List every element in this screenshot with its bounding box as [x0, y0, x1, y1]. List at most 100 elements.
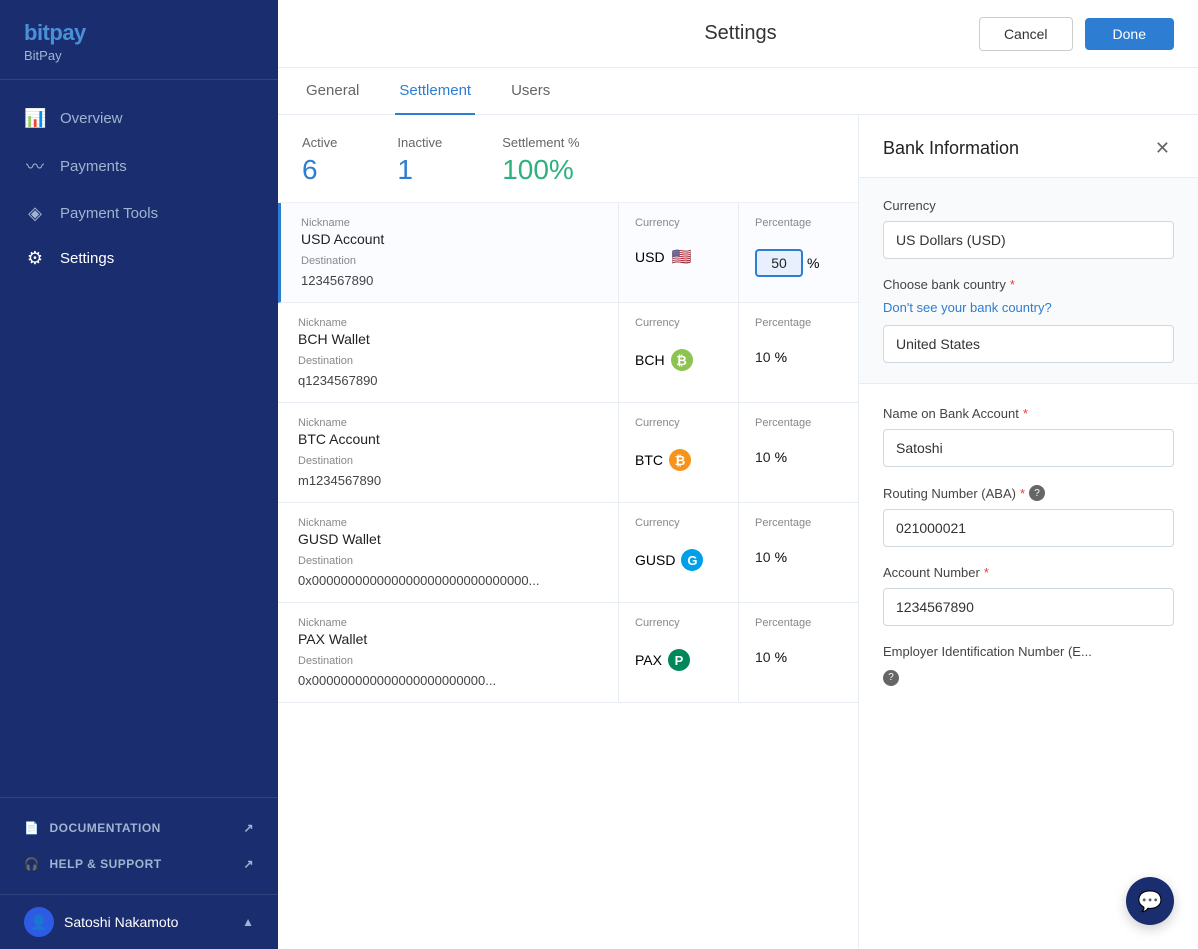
routing-help-icon[interactable]: ?: [1029, 485, 1045, 501]
pax-icon: P: [668, 649, 690, 671]
currency-input[interactable]: [883, 221, 1174, 259]
sidebar-item-label: Payment Tools: [60, 205, 158, 222]
currency-value: BCH ₿: [635, 349, 722, 371]
bank-country-input[interactable]: [883, 325, 1174, 363]
destination-value: 0x000000000000000000000000...: [298, 673, 598, 688]
stat-active: Active 6: [302, 135, 337, 186]
account-percentage: Percentage %: [738, 203, 858, 302]
percentage-label: Percentage: [755, 217, 842, 229]
documentation-label: DOCUMENTATION: [49, 821, 160, 835]
destination-label: Destination: [298, 655, 598, 667]
sidebar-item-overview[interactable]: 📊 Overview: [0, 96, 278, 141]
tab-general[interactable]: General: [302, 68, 363, 115]
header: Settings Cancel Done: [278, 0, 1198, 68]
tabs-bar: General Settlement Users: [278, 68, 1198, 115]
user-name: Satoshi Nakamoto: [64, 914, 178, 930]
done-button[interactable]: Done: [1085, 18, 1174, 50]
help-icon: 🎧: [24, 857, 39, 871]
external-link-icon-2: ↗: [243, 857, 254, 871]
nickname-value: BCH Wallet: [298, 331, 598, 347]
help-support-link[interactable]: 🎧 HELP & SUPPORT ↗: [0, 846, 278, 882]
sidebar-item-label: Payments: [60, 158, 127, 175]
tab-settlement[interactable]: Settlement: [395, 68, 475, 115]
required-indicator: *: [1010, 277, 1015, 292]
inactive-value: 1: [397, 154, 442, 186]
table-row[interactable]: Nickname BTC Account Destination m123456…: [278, 403, 858, 503]
percentage-text: 10: [755, 449, 771, 465]
name-input[interactable]: [883, 429, 1174, 467]
cancel-button[interactable]: Cancel: [979, 17, 1073, 51]
documentation-link[interactable]: 📄 DOCUMENTATION ↗: [0, 810, 278, 846]
sidebar-item-payment-tools[interactable]: ◈ Payment Tools: [0, 191, 278, 236]
account-info: Nickname PAX Wallet Destination 0x000000…: [278, 603, 618, 702]
overview-icon: 📊: [24, 108, 46, 129]
percentage-value: 10 %: [755, 449, 842, 465]
percentage-input[interactable]: [755, 249, 803, 277]
payment-tools-icon: ◈: [24, 203, 46, 224]
account-currency: Currency BTC ₿: [618, 403, 738, 502]
stats-bar: Active 6 Inactive 1 Settlement % 100%: [278, 115, 858, 203]
tab-users[interactable]: Users: [507, 68, 554, 115]
sidebar-item-label: Overview: [60, 110, 123, 127]
bch-icon: ₿: [671, 349, 693, 371]
settlement-panel: Active 6 Inactive 1 Settlement % 100% Ni…: [278, 115, 858, 949]
sidebar-bottom: 📄 DOCUMENTATION ↗ 🎧 HELP & SUPPORT ↗: [0, 797, 278, 894]
sidebar-item-label: Settings: [60, 250, 114, 267]
ein-field-group: Employer Identification Number (E... ?: [883, 644, 1174, 686]
settlement-value: 100%: [502, 154, 579, 186]
table-row[interactable]: Nickname USD Account Destination 1234567…: [278, 203, 858, 303]
currency-label: Currency: [635, 317, 722, 329]
user-row[interactable]: 👤 Satoshi Nakamoto ▲: [0, 894, 278, 949]
account-currency: Currency GUSD G: [618, 503, 738, 602]
bank-country-field-group: Choose bank country * Don't see your ban…: [883, 277, 1174, 363]
required-indicator-name: *: [1023, 406, 1028, 421]
currency-text: PAX: [635, 652, 662, 668]
account-info: Nickname USD Account Destination 1234567…: [281, 203, 618, 302]
routing-field-group: Routing Number (ABA) * ?: [883, 485, 1174, 547]
name-field-group: Name on Bank Account *: [883, 406, 1174, 467]
percentage-text: 10: [755, 649, 771, 665]
bank-country-link[interactable]: Don't see your bank country?: [883, 300, 1174, 315]
currency-value: USD 🇺🇸: [635, 249, 722, 265]
table-row[interactable]: Nickname PAX Wallet Destination 0x000000…: [278, 603, 858, 703]
active-value: 6: [302, 154, 337, 186]
gusd-icon: G: [681, 549, 703, 571]
destination-label: Destination: [298, 455, 598, 467]
percentage-value: 10 %: [755, 649, 842, 665]
account-list: Nickname USD Account Destination 1234567…: [278, 203, 858, 703]
percentage-label: Percentage: [755, 317, 842, 329]
currency-value: BTC ₿: [635, 449, 722, 471]
settings-icon: ⚙: [24, 248, 46, 269]
close-button[interactable]: ✕: [1151, 135, 1174, 161]
account-percentage: Percentage 10 %: [738, 503, 858, 602]
nickname-label: Nickname: [298, 617, 598, 629]
percentage-value: 10 %: [755, 349, 842, 365]
currency-field-group: Currency: [883, 198, 1174, 259]
content-area: Active 6 Inactive 1 Settlement % 100% Ni…: [278, 115, 1198, 949]
sidebar: bitpay BitPay 📊 Overview 〰 Payments ◈ Pa…: [0, 0, 278, 949]
percentage-label: Percentage: [755, 417, 842, 429]
table-row[interactable]: Nickname GUSD Wallet Destination 0x00000…: [278, 503, 858, 603]
percent-sign: %: [775, 649, 787, 665]
account-number-input[interactable]: [883, 588, 1174, 626]
chat-bubble-button[interactable]: 💬: [1126, 877, 1174, 925]
payments-icon: 〰: [24, 153, 46, 179]
ein-help-icon[interactable]: ?: [883, 670, 899, 686]
account-percentage: Percentage 10 %: [738, 303, 858, 402]
currency-label: Currency: [635, 417, 722, 429]
logo-text: bitpay: [24, 20, 254, 46]
destination-label: Destination: [298, 355, 598, 367]
name-form-label: Name on Bank Account *: [883, 406, 1174, 421]
routing-input[interactable]: [883, 509, 1174, 547]
sidebar-item-settings[interactable]: ⚙ Settings: [0, 236, 278, 281]
nickname-value: BTC Account: [298, 431, 598, 447]
stat-inactive: Inactive 1: [397, 135, 442, 186]
account-currency: Currency USD 🇺🇸: [618, 203, 738, 302]
table-row[interactable]: Nickname BCH Wallet Destination q1234567…: [278, 303, 858, 403]
account-number-label: Account Number *: [883, 565, 1174, 580]
sidebar-item-payments[interactable]: 〰 Payments: [0, 141, 278, 191]
nickname-value: GUSD Wallet: [298, 531, 598, 547]
avatar: 👤: [24, 907, 54, 937]
sidebar-divider: [0, 79, 278, 80]
logo-subtitle: BitPay: [24, 48, 254, 63]
